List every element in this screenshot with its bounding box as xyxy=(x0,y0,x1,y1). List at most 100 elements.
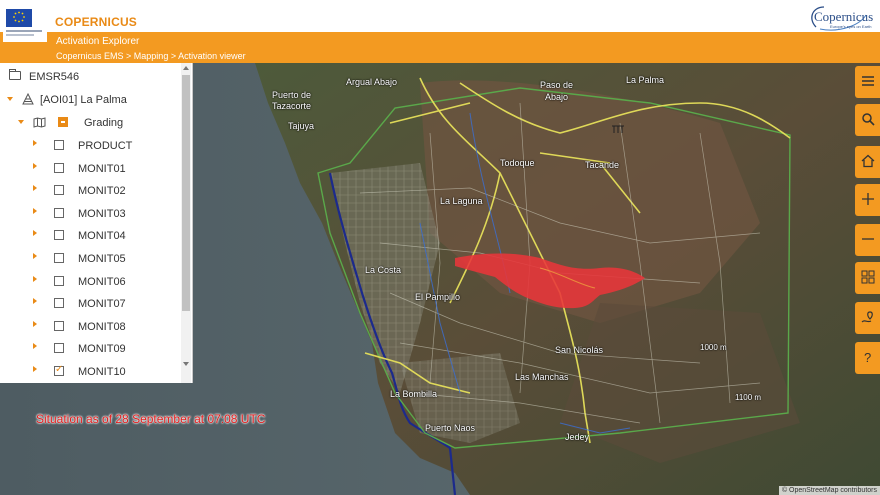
place-label: Tazacorte xyxy=(272,101,312,111)
layer-checkbox[interactable] xyxy=(54,253,64,263)
tree-scrollbar[interactable] xyxy=(181,63,191,383)
caret-right-icon[interactable] xyxy=(33,185,37,192)
tree-item-monit07[interactable]: MONIT07 xyxy=(0,293,180,315)
caret-right-icon[interactable] xyxy=(33,230,37,237)
eu-flag-icon xyxy=(6,9,32,27)
zoom-in-button[interactable] xyxy=(855,184,880,216)
layer-checkbox[interactable] xyxy=(54,320,64,331)
scroll-up-icon[interactable] xyxy=(183,66,189,70)
layer-checkbox[interactable] xyxy=(54,162,64,173)
tree-item-monit06[interactable]: MONIT06 xyxy=(0,271,180,293)
tree-root-label: EMSR546 xyxy=(29,71,80,83)
zoom-out-icon xyxy=(862,238,874,240)
tree-item-product[interactable]: PRODUCT xyxy=(0,135,180,157)
header: COPERNICUS Copernicus Europe's eyes on E… xyxy=(0,0,880,42)
breadcrumb-sep: > xyxy=(123,51,134,61)
breadcrumb-sep: > xyxy=(168,51,179,61)
breadcrumb-mapping[interactable]: Mapping xyxy=(134,51,169,61)
help-icon: ? xyxy=(864,350,871,364)
tree-item-label: MONIT09 xyxy=(78,343,126,356)
header-bar: Activation Explorer Copernicus EMS > Map… xyxy=(0,32,880,63)
place-label: San Nicolás xyxy=(555,345,604,355)
menu-button[interactable] xyxy=(855,66,880,98)
breadcrumb-ems[interactable]: Copernicus EMS xyxy=(56,51,124,61)
place-label: Puerto Naos xyxy=(425,423,476,433)
layers-grid-button[interactable] xyxy=(855,262,880,294)
place-label: Todoque xyxy=(500,158,535,168)
zoom-out-button[interactable] xyxy=(855,224,880,256)
tree-item-label: MONIT06 xyxy=(78,275,126,288)
menu-icon xyxy=(862,76,874,86)
layer-tree-panel: EMSR546 [AOI01] La Palma Grading PRODUCT… xyxy=(0,63,193,383)
tree-item-monit01[interactable]: MONIT01 xyxy=(0,158,180,180)
caret-down-icon[interactable] xyxy=(7,97,13,101)
situation-caption: Situation as of 28 September at 07:08 UT… xyxy=(36,412,266,426)
layer-checkbox[interactable] xyxy=(54,343,64,354)
caret-right-icon[interactable] xyxy=(33,207,37,214)
place-label: La Bombilla xyxy=(390,389,438,399)
caret-right-icon[interactable] xyxy=(33,343,37,350)
tree-item-monit03[interactable]: MONIT03 xyxy=(0,203,180,225)
place-label: Paso de xyxy=(540,80,574,90)
tree-item-label: MONIT05 xyxy=(78,253,126,265)
tree-item-monit10[interactable]: MONIT10 xyxy=(0,361,180,383)
tree-item-label: MONIT10 xyxy=(78,366,126,378)
tree-item-monit08[interactable]: MONIT08 xyxy=(0,316,180,338)
caret-right-icon[interactable] xyxy=(33,298,37,305)
caret-down-icon[interactable] xyxy=(18,120,24,124)
layer-checkbox[interactable] xyxy=(54,140,64,150)
caret-right-icon[interactable] xyxy=(33,162,37,169)
caret-right-icon[interactable] xyxy=(33,275,37,282)
caret-right-icon[interactable] xyxy=(33,253,37,259)
place-label: Argual Abajo xyxy=(346,77,398,87)
layer-checkbox[interactable] xyxy=(54,298,64,309)
tree-aoi-la-palma[interactable]: [AOI01] La Palma xyxy=(0,89,180,111)
grid-icon xyxy=(861,270,875,284)
place-label: Tajuya xyxy=(288,121,315,131)
tree-item-label: PRODUCT xyxy=(78,140,133,152)
layer-checkbox[interactable] xyxy=(54,275,64,286)
zoom-in-icon xyxy=(862,193,874,205)
grading-partial-checkbox[interactable] xyxy=(58,117,68,127)
home-button[interactable] xyxy=(855,146,880,178)
layer-checkbox[interactable] xyxy=(54,185,64,196)
place-label: Jedey xyxy=(565,432,590,442)
tree-item-monit04[interactable]: MONIT04 xyxy=(0,225,180,247)
tree-group-label: Grading xyxy=(84,117,124,129)
area-icon xyxy=(22,92,34,108)
place-label: La Palma xyxy=(626,75,665,85)
breadcrumb: Copernicus EMS > Mapping > Activation vi… xyxy=(56,51,246,61)
map-attribution[interactable]: © OpenStreetMap contributors xyxy=(778,486,880,495)
tree-item-label: MONIT07 xyxy=(78,298,126,311)
caret-right-icon[interactable] xyxy=(33,320,37,327)
tree-root-emsr546[interactable]: EMSR546 xyxy=(0,66,180,88)
layer-checkbox[interactable] xyxy=(54,230,64,241)
tree-item-label: MONIT01 xyxy=(78,162,126,175)
tree-item-monit09[interactable]: MONIT09 xyxy=(0,338,180,360)
breadcrumb-activation-viewer: Activation viewer xyxy=(178,51,246,61)
caret-right-icon[interactable] xyxy=(33,366,37,372)
scroll-down-icon[interactable] xyxy=(183,362,189,366)
copernicus-logo[interactable]: Copernicus Europe's eyes on Earth xyxy=(810,5,873,31)
location-button[interactable] xyxy=(855,302,880,334)
layer-checkbox[interactable] xyxy=(54,207,64,218)
place-label: Las Manchas xyxy=(515,372,569,382)
tree-item-label: MONIT02 xyxy=(78,185,126,198)
app-subtitle: Activation Explorer xyxy=(56,36,140,47)
tree-item-monit02[interactable]: MONIT02 xyxy=(0,180,180,202)
place-label: La Laguna xyxy=(440,196,483,206)
help-button[interactable]: ? xyxy=(855,342,880,374)
contour-label: 1000 m xyxy=(700,343,727,352)
tree-item-label: MONIT03 xyxy=(78,207,126,220)
tree-group-grading[interactable]: Grading xyxy=(0,112,180,134)
contour-label: 1100 m xyxy=(735,393,762,402)
caret-right-icon[interactable] xyxy=(33,140,37,146)
eu-logo xyxy=(3,6,47,42)
tree-item-monit05[interactable]: MONIT05 xyxy=(0,248,180,270)
scroll-thumb[interactable] xyxy=(182,75,190,311)
place-label: Tacande xyxy=(585,160,620,170)
place-label: La Costa xyxy=(365,265,402,275)
search-button[interactable] xyxy=(855,104,880,136)
layer-checkbox[interactable] xyxy=(54,364,64,376)
tree-item-label: MONIT04 xyxy=(78,230,126,243)
